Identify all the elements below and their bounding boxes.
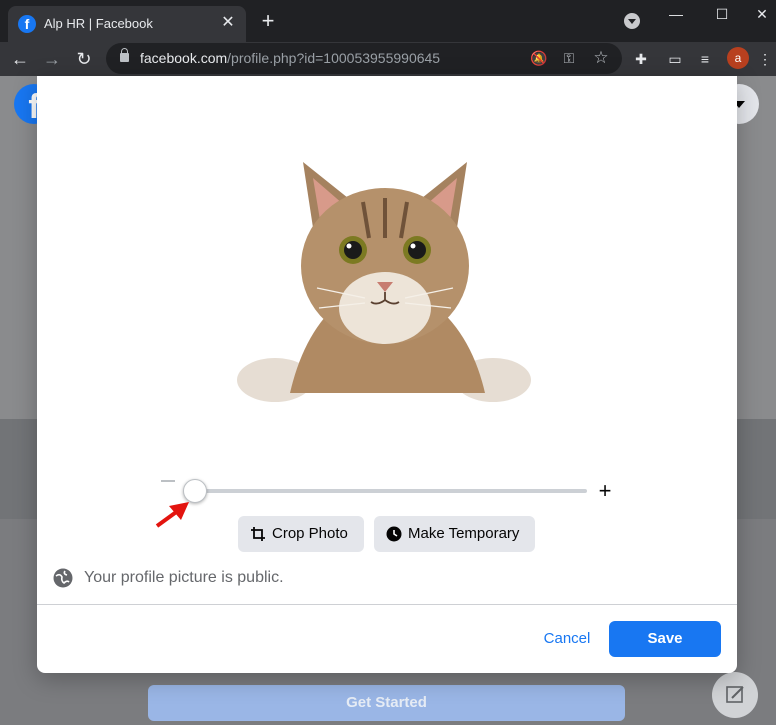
address-bar[interactable]: facebook.com/profile.php?id=100053955990…: [106, 43, 622, 74]
crop-icon: [251, 527, 265, 541]
zoom-in-icon[interactable]: +: [595, 479, 615, 503]
browser-profile-avatar[interactable]: a: [727, 47, 749, 69]
browser-toolbar: ← → ↻ facebook.com/profile.php?id=100053…: [0, 42, 776, 76]
cast-icon[interactable]: ▭: [666, 50, 684, 68]
browser-tab[interactable]: f Alp HR | Facebook ✕: [8, 6, 246, 42]
make-temporary-label: Make Temporary: [408, 525, 520, 542]
new-tab-button[interactable]: +: [256, 9, 280, 33]
key-icon[interactable]: ⚿: [560, 49, 578, 67]
compose-icon: [726, 686, 744, 703]
save-button[interactable]: Save: [609, 621, 721, 657]
browser-menu-icon[interactable]: ⋮: [756, 50, 774, 68]
forward-arrow-icon[interactable]: →: [40, 47, 64, 71]
close-window-button[interactable]: ✕: [752, 4, 772, 24]
media-queue-icon[interactable]: ≡: [696, 50, 714, 68]
crop-photo-button[interactable]: Crop Photo: [238, 516, 364, 552]
notifications-blocked-icon[interactable]: 🔕: [530, 49, 548, 67]
tab-search-icon[interactable]: [624, 13, 640, 29]
globe-icon: [53, 568, 73, 588]
crop-photo-label: Crop Photo: [272, 525, 348, 542]
facebook-favicon-icon: f: [18, 15, 36, 33]
zoom-out-icon[interactable]: [161, 480, 175, 482]
update-profile-picture-dialog: + Crop Photo Make Temporary Your profile…: [37, 76, 737, 673]
new-message-button[interactable]: [712, 672, 758, 718]
tab-title: Alp HR | Facebook: [44, 16, 153, 31]
red-annotation-arrow-icon: [155, 502, 189, 528]
clock-icon: [386, 526, 402, 542]
privacy-note-text: Your profile picture is public.: [84, 569, 284, 586]
url-text[interactable]: facebook.com/profile.php?id=100053955990…: [140, 50, 440, 66]
footer-divider: [37, 604, 737, 605]
extensions-puzzle-icon[interactable]: ✚: [632, 50, 650, 68]
tab-close-icon[interactable]: ✕: [218, 13, 238, 33]
minimize-button[interactable]: —: [666, 4, 686, 24]
back-arrow-icon[interactable]: ←: [8, 47, 32, 71]
cancel-button[interactable]: Cancel: [537, 621, 597, 657]
lock-icon[interactable]: [120, 48, 129, 62]
profile-photo-preview[interactable]: [235, 158, 535, 410]
browser-tab-bar: f Alp HR | Facebook ✕ + — ☐ ✕: [0, 0, 776, 42]
maximize-button[interactable]: ☐: [712, 4, 732, 24]
bookmark-star-icon[interactable]: ☆: [592, 49, 610, 67]
get-started-button[interactable]: Get Started: [148, 685, 625, 721]
zoom-slider-track[interactable]: [187, 489, 587, 493]
reload-icon[interactable]: ↻: [72, 47, 96, 71]
make-temporary-button[interactable]: Make Temporary: [374, 516, 535, 552]
